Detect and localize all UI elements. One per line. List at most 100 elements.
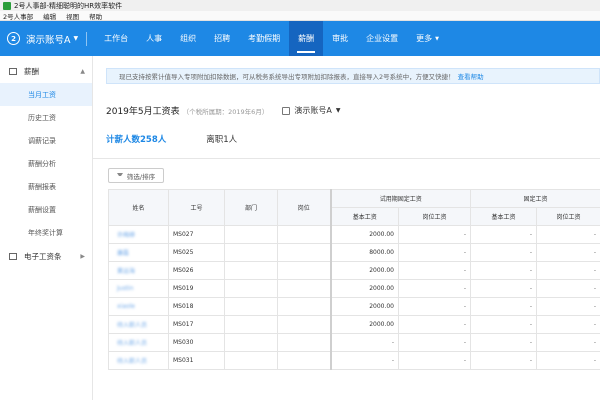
table-row: 待入职人员 MS031 - - - - <box>108 351 600 370</box>
payslip-icon <box>9 252 17 260</box>
header-post[interactable]: 岗位 <box>277 189 331 226</box>
header-probation-base[interactable]: 基本工资 <box>329 207 399 226</box>
cell-name[interactable]: 待入职人员 <box>108 333 169 352</box>
cell-name[interactable]: 康磊 <box>108 243 169 262</box>
page-title: 2019年5月工资表 <box>106 107 180 117</box>
cell-probation-base: - <box>329 351 399 370</box>
cell-name[interactable]: 许梅婷 <box>108 225 169 244</box>
chevron-down-icon: ▼ <box>435 35 439 42</box>
cell-probation-post: - <box>397 297 472 316</box>
cell-name[interactable]: Justin <box>108 279 169 298</box>
header-fixed-post[interactable]: 岗位工资 <box>536 207 600 226</box>
table-row: 康磊 MS025 8000.00 - - - <box>108 243 600 262</box>
org-name: 演示账号A <box>294 106 332 115</box>
nav-attendance[interactable]: 考勤假期 <box>239 21 289 56</box>
cell-post <box>277 243 331 262</box>
cell-name[interactable]: xiaole <box>108 297 169 316</box>
cell-probation-post: - <box>397 351 472 370</box>
nav-personnel[interactable]: 人事 <box>137 21 171 56</box>
cell-probation-post: - <box>397 261 472 280</box>
menu-item-app[interactable]: 2号人事部 <box>3 11 33 21</box>
table-row: 待入职人员 MS017 2000.00 - - - <box>108 315 600 334</box>
nav-approval[interactable]: 审批 <box>323 21 357 56</box>
sidebar-item-settings[interactable]: 薪酬设置 <box>0 198 92 221</box>
menu-bar: 2号人事部 编辑 视图 帮助 <box>0 11 600 21</box>
menu-item-view[interactable]: 视图 <box>66 11 79 21</box>
menu-item-edit[interactable]: 编辑 <box>43 11 56 21</box>
table-row: xiaole MS018 2000.00 - - - <box>108 297 600 316</box>
nav-organization[interactable]: 组织 <box>171 21 205 56</box>
header-fixed-base[interactable]: 基本工资 <box>470 207 538 226</box>
cell-id: MS026 <box>168 261 225 280</box>
cell-id: MS030 <box>168 333 225 352</box>
divider <box>93 158 600 159</box>
sidebar: 薪酬 ▲ 当月工资 历史工资 调薪记录 薪酬分析 薪酬报表 薪酬设置 年终奖计算… <box>0 56 93 400</box>
header-name[interactable]: 姓名 <box>108 189 169 226</box>
table-row: 待入职人员 MS030 - - - - <box>108 333 600 352</box>
sidebar-item-current-salary[interactable]: 当月工资 <box>0 83 92 106</box>
cell-probation-base: - <box>329 333 399 352</box>
cell-id: MS019 <box>168 279 225 298</box>
cell-fixed-post: - <box>536 261 600 280</box>
menu-item-help[interactable]: 帮助 <box>89 11 102 21</box>
cell-fixed-post: - <box>536 351 600 370</box>
cell-fixed-base: - <box>470 225 538 244</box>
nav-recruitment[interactable]: 招聘 <box>205 21 239 56</box>
filter-icon <box>116 172 123 179</box>
cell-probation-post: - <box>397 315 472 334</box>
nav-more[interactable]: 更多 ▼ <box>407 21 448 56</box>
cell-probation-base: 2000.00 <box>329 261 399 280</box>
help-link[interactable]: 查看帮助 <box>458 71 484 81</box>
window-title: 2号人事部-精细聪明的HR效率软件 <box>14 1 123 10</box>
window-titlebar: 2号人事部-精细聪明的HR效率软件 <box>0 0 600 11</box>
cell-probation-base: 2000.00 <box>329 297 399 316</box>
org-selector[interactable]: 演示账号A ▼ <box>282 105 340 116</box>
header-dept[interactable]: 部门 <box>224 189 278 226</box>
nav-more-label: 更多 <box>416 34 433 43</box>
nav-payroll[interactable]: 薪酬 <box>289 21 324 56</box>
sidebar-group-payroll[interactable]: 薪酬 ▲ <box>0 59 92 83</box>
chevron-up-icon: ▲ <box>80 67 85 75</box>
header-id[interactable]: 工号 <box>168 189 225 226</box>
sidebar-item-analysis[interactable]: 薪酬分析 <box>0 152 92 175</box>
cell-id: MS018 <box>168 297 225 316</box>
left-count[interactable]: 离职1人 <box>206 133 237 145</box>
stats-row: 计薪人数258人 离职1人 <box>106 133 237 145</box>
cell-probation-post: - <box>397 243 472 262</box>
cell-probation-base: 8000.00 <box>329 243 399 262</box>
header-probation-post[interactable]: 岗位工资 <box>397 207 472 226</box>
sidebar-group-payslip[interactable]: 电子工资条 ▶ <box>0 244 92 268</box>
table-row: 许梅婷 MS027 2000.00 - - - <box>108 225 600 244</box>
account-switcher[interactable]: 演示账号A ▼ <box>26 32 78 46</box>
cell-name[interactable]: 待入职人员 <box>108 315 169 334</box>
cell-fixed-base: - <box>470 333 538 352</box>
header-group-fixed: 固定工资 <box>470 189 600 208</box>
cell-fixed-base: - <box>470 261 538 280</box>
cell-id: MS027 <box>168 225 225 244</box>
cell-post <box>277 297 331 316</box>
cell-id: MS017 <box>168 315 225 334</box>
cell-name[interactable]: 待入职人员 <box>108 351 169 370</box>
cell-fixed-post: - <box>536 279 600 298</box>
payroll-count[interactable]: 计薪人数258人 <box>106 133 166 145</box>
chevron-right-icon: ▶ <box>80 252 85 260</box>
sidebar-item-bonus-calc[interactable]: 年终奖计算 <box>0 221 92 244</box>
sidebar-item-salary-history[interactable]: 历史工资 <box>0 106 92 129</box>
sidebar-item-reports[interactable]: 薪酬报表 <box>0 175 92 198</box>
cell-dept <box>224 279 278 298</box>
app-icon <box>3 1 11 10</box>
table-row: Justin MS019 2000.00 - - - <box>108 279 600 298</box>
cell-probation-base: 2000.00 <box>329 315 399 334</box>
cell-probation-post: - <box>397 225 472 244</box>
nav-company-settings[interactable]: 企业设置 <box>357 21 407 56</box>
cell-name[interactable]: 黄运海 <box>108 261 169 280</box>
nav-workbench[interactable]: 工作台 <box>95 21 137 56</box>
cell-fixed-post: - <box>536 333 600 352</box>
cell-id: MS025 <box>168 243 225 262</box>
sidebar-item-adjust-records[interactable]: 调薪记录 <box>0 129 92 152</box>
header-group-probation: 试用期固定工资 <box>329 189 472 208</box>
cell-dept <box>224 351 278 370</box>
filter-sort-button[interactable]: 筛选/排序 <box>108 168 164 183</box>
cell-probation-base: 2000.00 <box>329 279 399 298</box>
notice-banner: 现已支持按累计值导入专项附加扣除数据，可从税务系统导出专项附加扣除报表，直接导入… <box>106 68 600 84</box>
